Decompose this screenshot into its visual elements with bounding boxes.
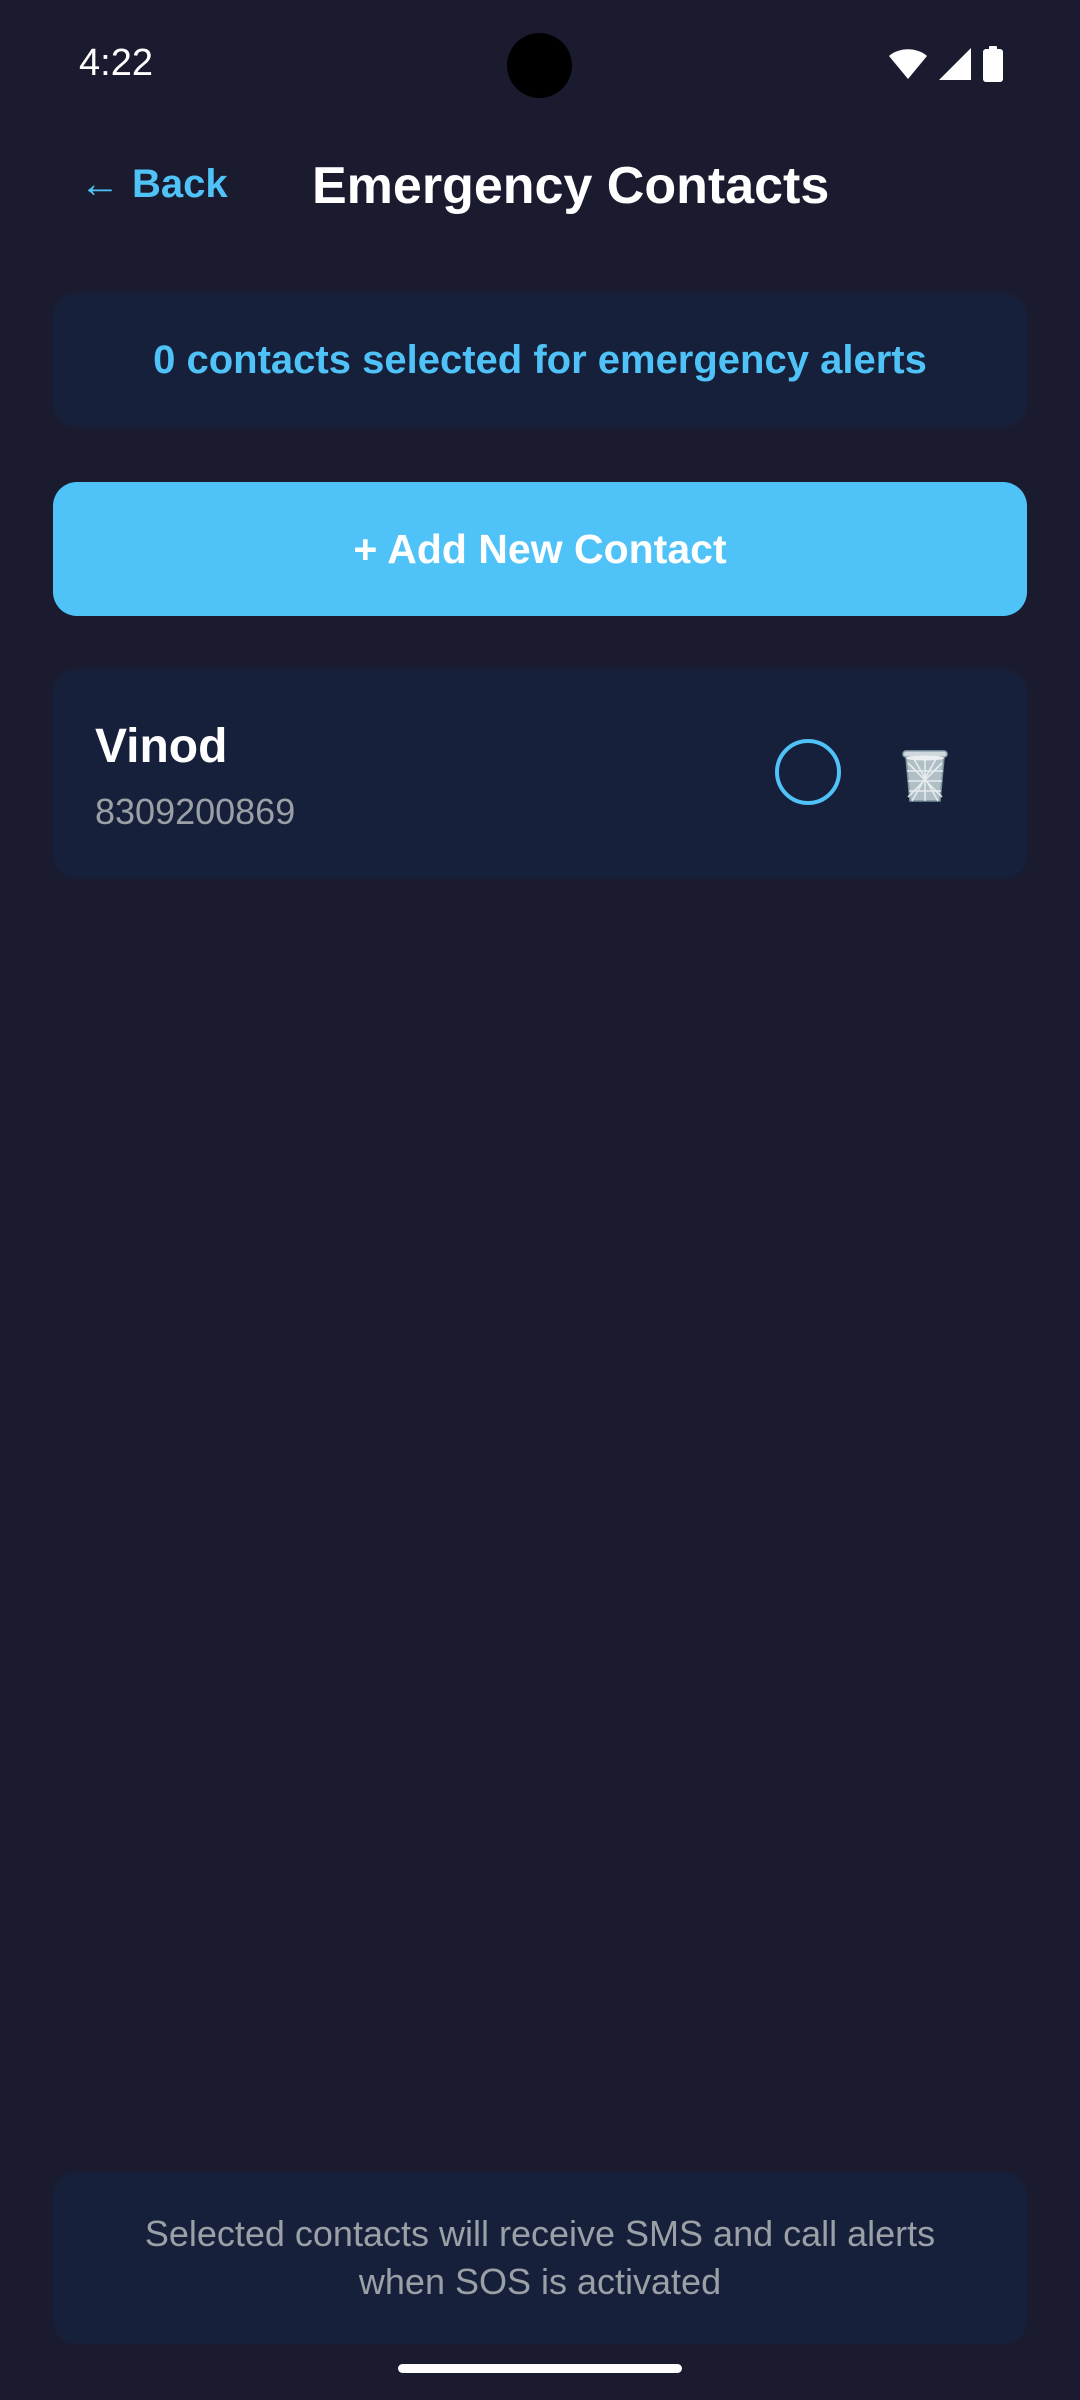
- contact-card: Vinod 8309200869: [53, 669, 1027, 879]
- trash-can-icon[interactable]: [899, 747, 951, 803]
- selected-count-banner: 0 contacts selected for emergency alerts: [53, 293, 1027, 427]
- sos-info-footer: Selected contacts will receive SMS and c…: [53, 2172, 1027, 2344]
- add-contact-button[interactable]: + Add New Contact: [53, 482, 1027, 616]
- radio-circle-icon[interactable]: [775, 739, 841, 805]
- page-title: Emergency Contacts: [312, 157, 830, 215]
- wifi-icon: [888, 48, 928, 80]
- sos-info-text: Selected contacts will receive SMS and c…: [144, 2213, 936, 2302]
- status-icons: [888, 46, 1004, 82]
- status-time: 4:22: [79, 42, 153, 84]
- camera-cutout: [507, 33, 572, 98]
- battery-icon: [982, 46, 1004, 82]
- add-contact-label: + Add New Contact: [353, 525, 727, 572]
- back-arrow-icon: ←: [80, 162, 120, 206]
- back-label: Back: [132, 162, 228, 206]
- header: ← Back Emergency Contacts: [0, 150, 1080, 230]
- contact-name: Vinod: [95, 720, 228, 773]
- emergency-contacts-screen: 4:22 ← Back Emergency Contacts 0 contact…: [0, 0, 1080, 2400]
- contact-phone: 8309200869: [95, 791, 296, 832]
- home-indicator[interactable]: [398, 2364, 682, 2373]
- selected-count-text: 0 contacts selected for emergency alerts: [153, 337, 927, 382]
- back-button[interactable]: ← Back: [80, 162, 228, 207]
- status-bar: 4:22: [0, 0, 1080, 130]
- cell-signal-icon: [938, 47, 972, 81]
